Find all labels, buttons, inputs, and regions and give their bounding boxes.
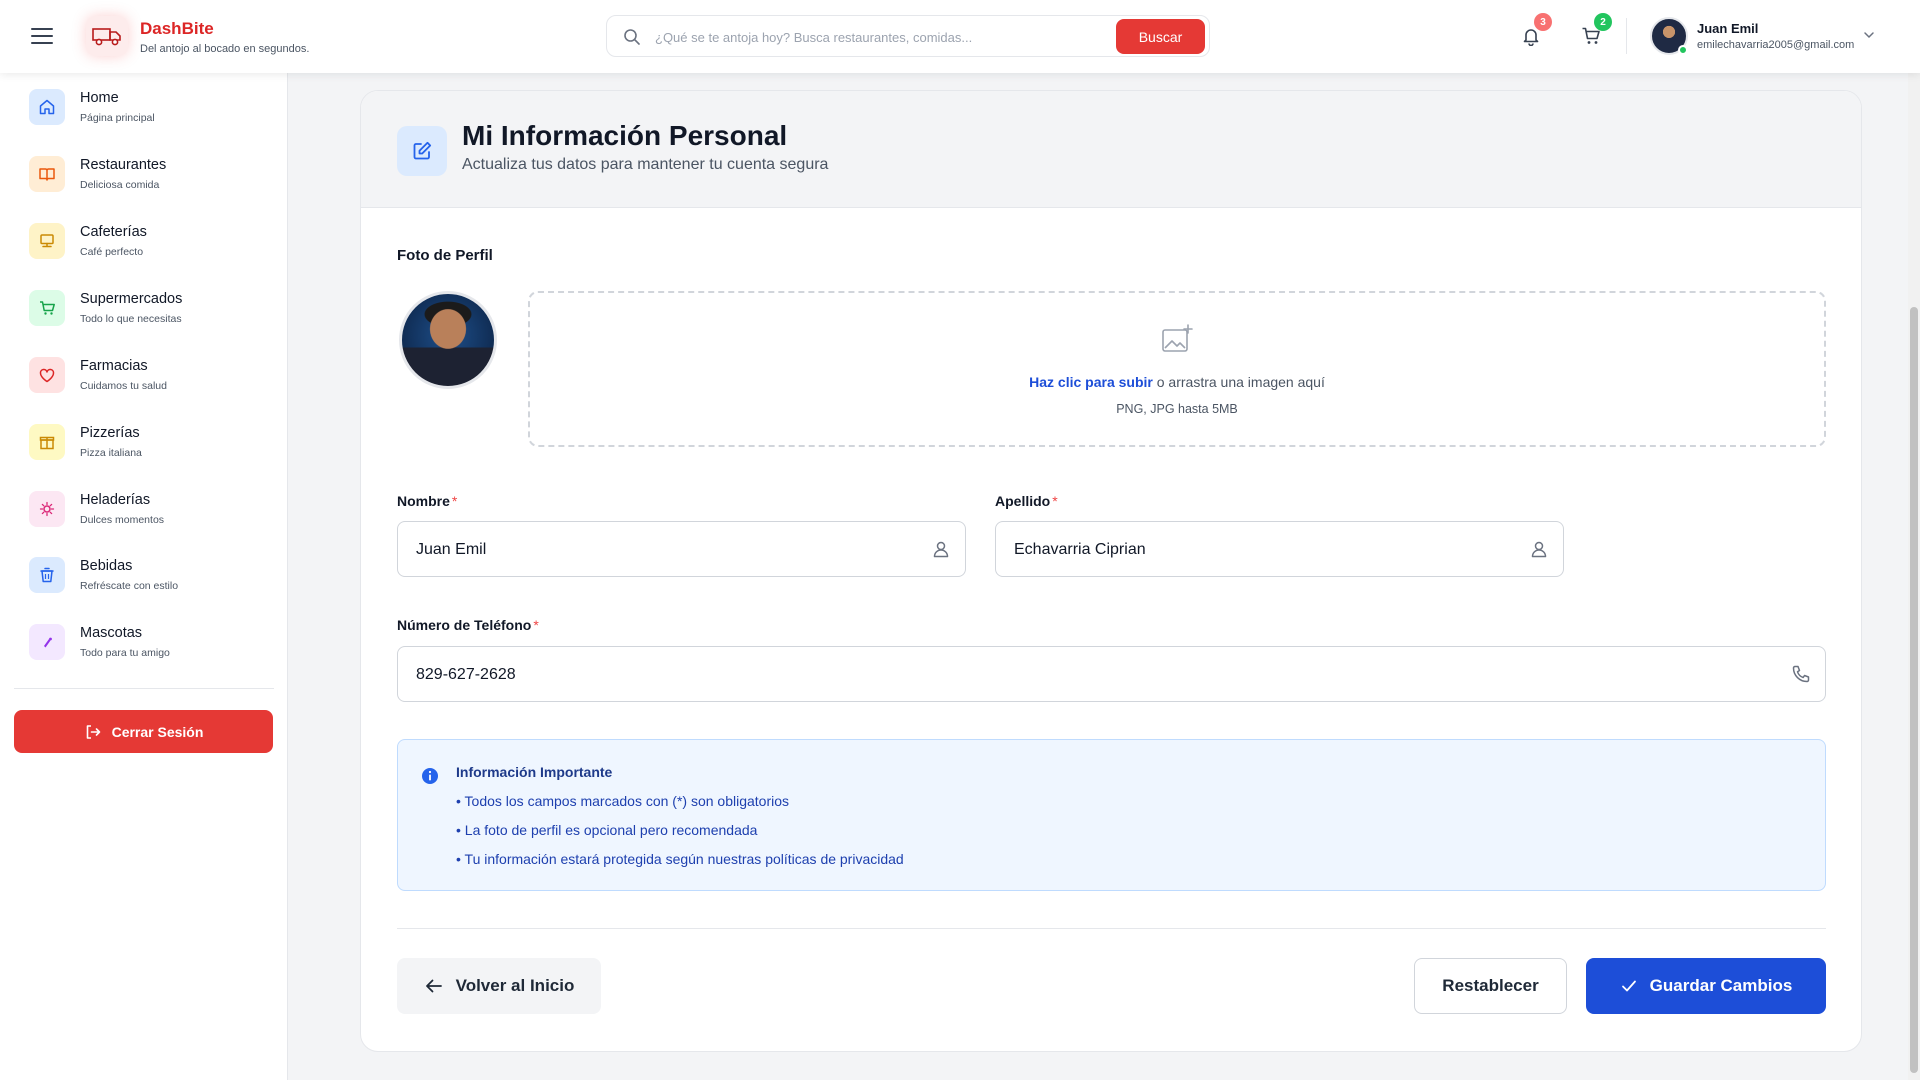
sidebar-item-label: Heladerías <box>80 492 151 508</box>
sidebar-item-pizzerias[interactable]: Pizzerías Pizza italiana <box>14 415 276 471</box>
reset-button[interactable]: Restablecer <box>1414 958 1567 1014</box>
phone-icon <box>1791 664 1811 689</box>
cart-button[interactable]: 2 <box>1574 13 1612 53</box>
header-divider <box>1626 18 1627 54</box>
phone-field <box>397 646 1826 702</box>
phone-input[interactable] <box>416 662 1716 688</box>
sidebar-item-label: Bebidas <box>80 558 133 574</box>
logout-label: Cerrar Sesión <box>111 723 204 740</box>
search-bar: Buscar <box>606 15 1210 57</box>
upload-text: o arrastra una imagen aquí <box>1152 374 1325 390</box>
save-changes-label: Guardar Cambios <box>1649 976 1793 995</box>
cart-icon <box>29 290 65 326</box>
sidebar-item-subtitle: Dulces momentos <box>80 514 165 526</box>
info-notice: Información Importante • Todos los campo… <box>397 739 1826 891</box>
sidebar-item-subtitle: Todo para tu amigo <box>80 647 170 659</box>
first-name-label: Nombre * <box>397 493 458 509</box>
sidebar-item-label: Home <box>80 90 119 106</box>
image-upload-icon <box>1160 323 1194 360</box>
sidebar: Home Página principal Restaurantes Delic… <box>0 73 288 1080</box>
sidebar-item-label: Cafeterías <box>80 224 147 240</box>
user-icon <box>1529 539 1549 564</box>
info-title: Información Importante <box>456 764 613 780</box>
last-name-field <box>995 521 1564 577</box>
cup-icon <box>29 557 65 593</box>
card-divider <box>397 928 1826 929</box>
sidebar-item-subtitle: Todo lo que necesitas <box>80 313 182 325</box>
paw-icon <box>29 624 65 660</box>
page-subtitle: Actualiza tus datos para mantener tu cue… <box>462 156 829 173</box>
hamburger-menu-icon[interactable] <box>28 24 56 48</box>
sidebar-item-heladerias[interactable]: Heladerías Dulces momentos <box>14 482 276 538</box>
user-email: emilechavarria2005@gmail.com <box>1697 39 1855 51</box>
info-line: • Tu información estará protegida según … <box>456 851 904 867</box>
edit-icon <box>397 126 447 176</box>
sidebar-item-bebidas[interactable]: Bebidas Refréscate con estilo <box>14 548 276 604</box>
upload-link[interactable]: Haz clic para subir <box>1029 374 1153 390</box>
search-button[interactable]: Buscar <box>1116 19 1205 54</box>
check-icon <box>1621 980 1636 992</box>
cart-count-badge: 2 <box>1594 13 1612 31</box>
sidebar-item-label: Supermercados <box>80 291 183 307</box>
monitor-icon <box>29 223 65 259</box>
user-icon <box>931 539 951 564</box>
sidebar-item-label: Farmacias <box>80 358 148 374</box>
brand-tagline: Del antojo al bocado en segundos. <box>140 43 310 55</box>
first-name-field <box>397 521 966 577</box>
heart-icon <box>29 357 65 393</box>
notifications-button[interactable]: 3 <box>1514 13 1552 53</box>
sidebar-item-subtitle: Página principal <box>80 112 155 124</box>
book-icon <box>29 156 65 192</box>
logout-icon <box>86 724 100 739</box>
sidebar-item-home[interactable]: Home Página principal <box>14 80 276 136</box>
gift-icon <box>29 424 65 460</box>
sidebar-item-subtitle: Deliciosa comida <box>80 179 160 191</box>
arrow-left-icon <box>425 979 442 993</box>
upload-hint: PNG, JPG hasta 5MB <box>1116 402 1238 416</box>
sidebar-item-subtitle: Cuidamos tu salud <box>80 380 167 392</box>
delivery-truck-icon <box>86 16 128 56</box>
back-home-button[interactable]: Volver al Inicio <box>397 958 601 1014</box>
notification-count-badge: 3 <box>1534 13 1552 31</box>
info-icon <box>421 767 439 790</box>
save-changes-button[interactable]: Guardar Cambios <box>1586 958 1826 1014</box>
sidebar-item-cafeterias[interactable]: Cafeterías Café perfecto <box>14 214 276 270</box>
phone-label: Número de Teléfono * <box>397 617 539 633</box>
chevron-down-icon[interactable] <box>1862 28 1876 47</box>
user-name[interactable]: Juan Emil <box>1697 21 1758 36</box>
sidebar-item-restaurantes[interactable]: Restaurantes Deliciosa comida <box>14 147 276 203</box>
sidebar-item-label: Pizzerías <box>80 425 140 441</box>
page-title: Mi Información Personal <box>462 120 788 151</box>
info-line: • La foto de perfil es opcional pero rec… <box>456 822 758 838</box>
info-line: • Todos los campos marcados con (*) son … <box>456 793 790 809</box>
profile-card: Mi Información Personal Actualiza tus da… <box>360 90 1862 1052</box>
search-input[interactable] <box>655 25 1105 49</box>
upload-instructions: Haz clic para subir o arrastra una image… <box>530 374 1824 390</box>
sidebar-divider <box>14 688 274 689</box>
profile-photo <box>399 291 497 389</box>
sparkle-icon <box>29 491 65 527</box>
home-icon <box>29 89 65 125</box>
last-name-label: Apellido * <box>995 493 1058 509</box>
sidebar-item-label: Mascotas <box>80 625 143 641</box>
logout-button[interactable]: Cerrar Sesión <box>14 710 273 753</box>
card-header: Mi Información Personal Actualiza tus da… <box>361 91 1861 208</box>
sidebar-item-label: Restaurantes <box>80 157 167 173</box>
brand-name[interactable]: DashBite <box>140 19 214 39</box>
search-icon <box>623 28 641 51</box>
online-status-dot <box>1678 45 1688 55</box>
top-header: DashBite Del antojo al bocado en segundo… <box>0 0 1920 73</box>
sidebar-item-farmacias[interactable]: Farmacias Cuidamos tu salud <box>14 348 276 404</box>
back-home-label: Volver al Inicio <box>455 976 575 995</box>
sidebar-item-supermercados[interactable]: Supermercados Todo lo que necesitas <box>14 281 276 337</box>
sidebar-item-subtitle: Refréscate con estilo <box>80 580 179 592</box>
first-name-input[interactable] <box>416 537 916 563</box>
photo-upload-dropzone[interactable]: Haz clic para subir o arrastra una image… <box>528 291 1826 447</box>
sidebar-item-mascotas[interactable]: Mascotas Todo para tu amigo <box>14 615 276 671</box>
sidebar-item-subtitle: Café perfecto <box>80 246 144 258</box>
profile-photo-label: Foto de Perfil <box>397 247 493 264</box>
last-name-input[interactable] <box>1014 537 1514 563</box>
sidebar-item-subtitle: Pizza italiana <box>80 447 142 459</box>
scrollbar-thumb[interactable] <box>1910 307 1918 1073</box>
